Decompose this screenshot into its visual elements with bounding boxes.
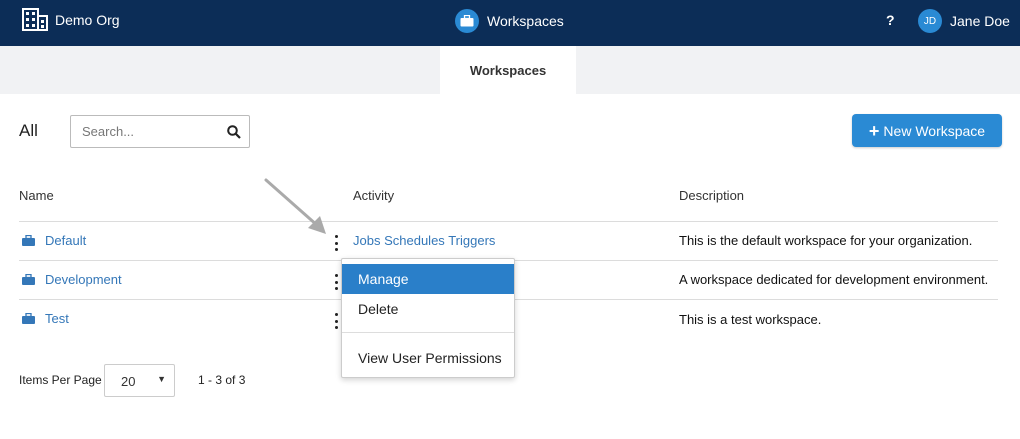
workspace-description: This is a test workspace.	[679, 312, 822, 327]
help-icon[interactable]: ?	[886, 12, 895, 28]
app-title-text: Workspaces	[487, 13, 564, 29]
items-per-page-value: 20	[121, 374, 136, 389]
workspace-name: Development	[45, 272, 122, 287]
plus-icon: +	[868, 120, 880, 141]
items-per-page-label: Items Per Page	[19, 373, 102, 387]
workspace-link-default[interactable]: Default	[22, 233, 86, 248]
annotation-arrow-icon	[264, 178, 326, 234]
briefcase-icon	[22, 313, 35, 324]
menu-divider	[342, 332, 514, 333]
pagination-range: 1 - 3 of 3	[198, 373, 246, 387]
menu-item-delete[interactable]: Delete	[342, 294, 514, 324]
workspace-link-test[interactable]: Test	[22, 311, 69, 326]
tab-bar: Workspaces	[0, 46, 1020, 94]
row-actions-menu-icon[interactable]	[333, 235, 339, 251]
building-icon	[22, 8, 48, 31]
search-box	[70, 115, 250, 148]
column-header-activity: Activity	[353, 188, 395, 203]
search-input[interactable]	[82, 124, 222, 139]
tab-workspaces[interactable]: Workspaces	[440, 46, 576, 94]
workspace-name: Test	[45, 311, 69, 326]
row-context-menu: Manage Delete View User Permissions	[341, 258, 515, 378]
top-bar: Demo Org Workspaces ? JD Jane Doe	[0, 0, 1020, 46]
menu-item-manage[interactable]: Manage	[342, 264, 514, 294]
user-name: Jane Doe	[950, 13, 1010, 29]
avatar: JD	[918, 9, 942, 33]
row-actions-menu-icon[interactable]	[333, 313, 339, 329]
activity-triggers-link[interactable]: Triggers	[448, 233, 495, 248]
briefcase-icon	[22, 235, 35, 246]
workspace-link-development[interactable]: Development	[22, 272, 122, 287]
app-title: Workspaces	[455, 9, 564, 33]
user-menu[interactable]: JD Jane Doe	[918, 9, 1010, 33]
workspace-description: A workspace dedicated for development en…	[679, 272, 989, 287]
activity-schedules-link[interactable]: Schedules	[384, 233, 445, 248]
briefcase-icon	[22, 274, 35, 285]
column-header-description: Description	[679, 188, 745, 203]
new-workspace-button[interactable]: + New Workspace	[852, 114, 1002, 147]
divider	[19, 221, 998, 222]
items-per-page-select[interactable]: 20 ▼	[104, 364, 175, 397]
activity-jobs-link[interactable]: Jobs	[353, 233, 380, 248]
workspace-name: Default	[45, 233, 87, 248]
filter-label: All	[19, 121, 38, 140]
row-actions-menu-icon[interactable]	[333, 274, 339, 290]
activity-links: Jobs Schedules Triggers	[353, 233, 495, 248]
search-icon[interactable]	[227, 125, 241, 139]
menu-item-view-user-permissions[interactable]: View User Permissions	[342, 343, 514, 373]
org-name: Demo Org	[55, 12, 120, 28]
workspace-description: This is the default workspace for your o…	[679, 233, 973, 248]
column-header-name[interactable]: Name	[19, 188, 54, 203]
briefcase-icon	[455, 9, 479, 33]
org-switcher[interactable]: Demo Org	[22, 8, 120, 32]
caret-down-icon: ▼	[157, 374, 166, 384]
new-workspace-label: New Workspace	[883, 122, 986, 139]
